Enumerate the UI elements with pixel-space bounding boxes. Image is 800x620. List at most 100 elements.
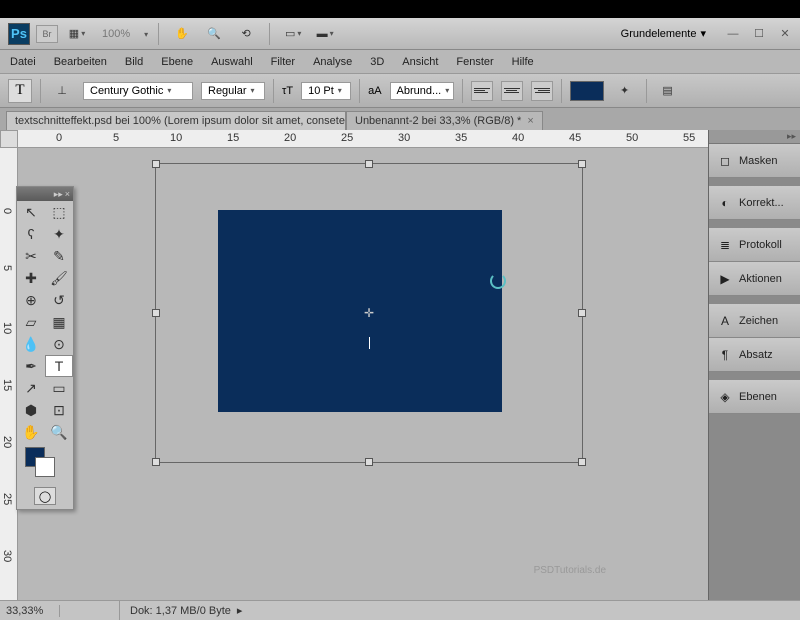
- font-family-dropdown[interactable]: Century Gothic: [83, 82, 193, 100]
- align-left-button[interactable]: [471, 81, 493, 101]
- quickmask-button[interactable]: ◯: [34, 487, 56, 505]
- transform-bounding-box[interactable]: ✛: [155, 163, 583, 463]
- align-right-button[interactable]: [531, 81, 553, 101]
- document-tab-2[interactable]: Unbenannt-2 bei 33,3% (RGB/8) * ×: [346, 111, 543, 130]
- crop-tool[interactable]: ✂: [17, 245, 45, 267]
- dodge-tool[interactable]: ⊙: [45, 333, 73, 355]
- mask-icon: ◻: [717, 153, 733, 169]
- menu-3d[interactable]: 3D: [370, 56, 384, 68]
- menu-bearbeiten[interactable]: Bearbeiten: [54, 56, 107, 68]
- workspace-dropdown[interactable]: Grundelemente ▾: [613, 25, 714, 42]
- zoom-dropdown[interactable]: [142, 28, 148, 40]
- rotate-icon[interactable]: ⟲: [233, 23, 259, 45]
- panel-absatz[interactable]: ¶Absatz: [709, 338, 800, 372]
- gradient-tool[interactable]: ▦: [45, 311, 73, 333]
- character-icon: A: [717, 313, 733, 329]
- 3d-camera-tool[interactable]: ⊡: [45, 399, 73, 421]
- move-tool[interactable]: ↖: [17, 201, 45, 223]
- document-tab-1[interactable]: textschnitteffekt.psd bei 100% (Lorem ip…: [6, 111, 346, 130]
- zoom-icon[interactable]: 🔍: [201, 23, 227, 45]
- arrange-dropdown[interactable]: ▭: [280, 23, 306, 45]
- transform-center-icon: ✛: [363, 307, 375, 319]
- screenmode-dropdown[interactable]: ▬: [312, 23, 338, 45]
- transform-handle[interactable]: [152, 309, 160, 317]
- right-panel-dock: ▸▸ ◻Masken ◐Korrekt... ≣Protokoll ▶Aktio…: [708, 130, 800, 600]
- watermark: PSDTutorials.de: [534, 565, 606, 576]
- transform-handle[interactable]: [365, 458, 373, 466]
- zoom-tool[interactable]: 🔍: [45, 421, 73, 443]
- antialiasing-dropdown[interactable]: Abrund...: [390, 82, 454, 100]
- panel-korrekturen[interactable]: ◐Korrekt...: [709, 186, 800, 220]
- options-bar: T ⊥ Century Gothic Regular τT 10 Pt aA A…: [0, 74, 800, 108]
- transform-handle[interactable]: [578, 160, 586, 168]
- transform-handle[interactable]: [152, 458, 160, 466]
- menu-filter[interactable]: Filter: [271, 56, 295, 68]
- canvas[interactable]: ✛ PSDTutorials.de: [18, 148, 708, 600]
- bridge-button[interactable]: Br: [36, 25, 58, 43]
- transform-handle[interactable]: [152, 160, 160, 168]
- eraser-tool[interactable]: ▱: [17, 311, 45, 333]
- panel-collapse-button[interactable]: ▸▸: [709, 130, 800, 144]
- menu-auswahl[interactable]: Auswahl: [211, 56, 253, 68]
- app-logo: Ps: [8, 23, 30, 45]
- type-tool[interactable]: T: [45, 355, 73, 377]
- healing-tool[interactable]: ✚: [17, 267, 45, 289]
- ruler-origin[interactable]: [0, 130, 18, 148]
- menu-analyse[interactable]: Analyse: [313, 56, 352, 68]
- hand-icon[interactable]: ✋: [169, 23, 195, 45]
- current-tool-icon[interactable]: T: [8, 79, 32, 103]
- titlebar: Ps Br ▦ 100% ✋ 🔍 ⟲ ▭ ▬ Grundelemente ▾ —…: [0, 18, 800, 50]
- hand-tool[interactable]: ✋: [17, 421, 45, 443]
- transform-handle[interactable]: [578, 458, 586, 466]
- transform-handle[interactable]: [365, 160, 373, 168]
- toolbox-header[interactable]: ▸▸×: [17, 187, 73, 201]
- close-button[interactable]: ✕: [778, 27, 792, 41]
- horizontal-ruler[interactable]: 0510152025303540455055: [18, 130, 708, 148]
- panel-zeichen[interactable]: AZeichen: [709, 304, 800, 338]
- pen-tool[interactable]: ✒: [17, 355, 45, 377]
- history-brush-tool[interactable]: ↺: [45, 289, 73, 311]
- color-swatches[interactable]: [17, 443, 73, 483]
- maximize-button[interactable]: ☐: [752, 27, 766, 41]
- character-panel-button[interactable]: ▤: [655, 80, 681, 102]
- font-size-icon: τT: [282, 85, 293, 97]
- panel-protokoll[interactable]: ≣Protokoll: [709, 228, 800, 262]
- toolbox[interactable]: ▸▸× ↖ ⬚ ʕ ✦ ✂ ✎ ✚ 🖌 ⊕ ↺ ▱ ▦ 💧 ⊙ ✒ T ↗ ▭ …: [16, 186, 74, 510]
- warp-text-button[interactable]: ✦: [612, 80, 638, 102]
- layout-dropdown[interactable]: ▦: [64, 23, 90, 45]
- actions-icon: ▶: [717, 271, 733, 287]
- panel-masken[interactable]: ◻Masken: [709, 144, 800, 178]
- statusbar: 33,33% Dok: 1,37 MB/0 Byte▸: [0, 600, 800, 620]
- stamp-tool[interactable]: ⊕: [17, 289, 45, 311]
- eyedropper-tool[interactable]: ✎: [45, 245, 73, 267]
- adjustments-icon: ◐: [717, 195, 733, 211]
- 3d-tool[interactable]: ⬢: [17, 399, 45, 421]
- marquee-tool[interactable]: ⬚: [45, 201, 73, 223]
- menu-fenster[interactable]: Fenster: [456, 56, 493, 68]
- blur-tool[interactable]: 💧: [17, 333, 45, 355]
- minimize-button[interactable]: —: [726, 27, 740, 41]
- status-doc-info[interactable]: Dok: 1,37 MB/0 Byte▸: [120, 604, 252, 617]
- menu-bild[interactable]: Bild: [125, 56, 143, 68]
- menu-ebene[interactable]: Ebene: [161, 56, 193, 68]
- menu-hilfe[interactable]: Hilfe: [512, 56, 534, 68]
- text-orientation-button[interactable]: ⊥: [49, 80, 75, 102]
- antialiasing-label: aA: [368, 85, 381, 97]
- text-color-swatch[interactable]: [570, 81, 604, 101]
- tab-close-icon[interactable]: ×: [527, 115, 533, 127]
- panel-ebenen[interactable]: ◈Ebenen: [709, 380, 800, 414]
- path-selection-tool[interactable]: ↗: [17, 377, 45, 399]
- panel-aktionen[interactable]: ▶Aktionen: [709, 262, 800, 296]
- lasso-tool[interactable]: ʕ: [17, 223, 45, 245]
- brush-tool[interactable]: 🖌: [45, 267, 73, 289]
- transform-handle[interactable]: [578, 309, 586, 317]
- magic-wand-tool[interactable]: ✦: [45, 223, 73, 245]
- align-center-button[interactable]: [501, 81, 523, 101]
- background-color-swatch[interactable]: [35, 457, 55, 477]
- font-size-dropdown[interactable]: 10 Pt: [301, 82, 351, 100]
- status-zoom[interactable]: 33,33%: [0, 605, 60, 617]
- font-style-dropdown[interactable]: Regular: [201, 82, 265, 100]
- menu-datei[interactable]: Datei: [10, 56, 36, 68]
- menu-ansicht[interactable]: Ansicht: [402, 56, 438, 68]
- shape-tool[interactable]: ▭: [45, 377, 73, 399]
